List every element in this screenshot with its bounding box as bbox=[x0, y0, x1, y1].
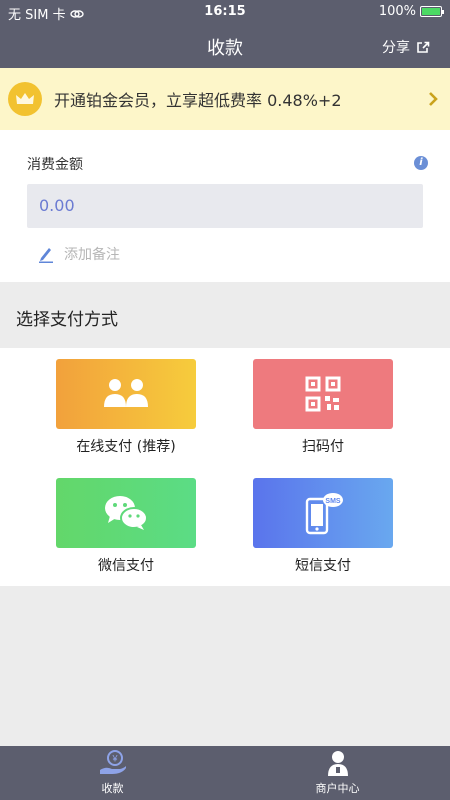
payment-methods-panel: 在线支付 (推荐) 扫码付 微信支付 SMS 短信支付 bbox=[0, 348, 450, 586]
users-icon bbox=[104, 379, 148, 407]
svg-text:¥: ¥ bbox=[111, 754, 118, 764]
wechat-pay-label: 微信支付 bbox=[98, 558, 154, 574]
crown-icon bbox=[8, 82, 42, 116]
battery-percent: 100% bbox=[378, 4, 416, 19]
share-icon bbox=[417, 41, 430, 53]
tab-collect-label: 收款 bbox=[101, 782, 124, 795]
sms-phone-icon: SMS bbox=[305, 493, 343, 535]
scan-pay-button[interactable] bbox=[253, 359, 393, 429]
wechat-pay-button[interactable] bbox=[56, 478, 196, 548]
remark-label: 添加备注 bbox=[64, 247, 120, 263]
merchant-icon bbox=[327, 751, 348, 776]
wechat-icon bbox=[105, 496, 148, 530]
status-bar: 无 SIM 卡 16:15 100% bbox=[0, 0, 450, 24]
amount-card: 消费金额 i 0.00 添加备注 bbox=[0, 130, 450, 282]
hand-coin-icon: ¥ bbox=[99, 750, 126, 774]
svg-text:SMS: SMS bbox=[325, 498, 341, 505]
tab-merchant-label: 商户中心 bbox=[315, 782, 360, 795]
sms-pay-button[interactable]: SMS bbox=[253, 478, 393, 548]
status-right: 100% bbox=[378, 4, 444, 19]
qr-code-icon bbox=[305, 376, 341, 412]
battery-icon bbox=[420, 6, 444, 17]
online-pay-button[interactable] bbox=[56, 359, 196, 429]
vip-banner[interactable]: 开通铂金会员，立享超低费率 0.48%+2 bbox=[0, 68, 450, 130]
amount-label: 消费金额 bbox=[27, 157, 83, 173]
tab-merchant-center[interactable]: 商户中心 bbox=[225, 746, 450, 800]
section-title: 选择支付方式 bbox=[16, 310, 118, 330]
info-icon[interactable]: i bbox=[414, 156, 428, 170]
vip-text: 开通铂金会员，立享超低费率 0.48%+2 bbox=[54, 91, 342, 110]
sms-pay-label: 短信支付 bbox=[295, 558, 351, 574]
share-button[interactable]: 分享 bbox=[382, 37, 430, 57]
share-label: 分享 bbox=[382, 40, 410, 56]
chevron-right-icon bbox=[429, 92, 438, 106]
tab-bar: ¥ 收款 商户中心 bbox=[0, 746, 450, 800]
tab-collect[interactable]: ¥ 收款 bbox=[0, 746, 225, 800]
add-remark-button[interactable]: 添加备注 bbox=[38, 244, 120, 264]
amount-input[interactable]: 0.00 bbox=[27, 184, 423, 228]
scan-pay-label: 扫码付 bbox=[302, 439, 344, 455]
pencil-icon bbox=[39, 248, 53, 263]
nav-bar: 收款 分享 bbox=[0, 24, 450, 68]
online-pay-label: 在线支付 (推荐) bbox=[76, 439, 176, 455]
